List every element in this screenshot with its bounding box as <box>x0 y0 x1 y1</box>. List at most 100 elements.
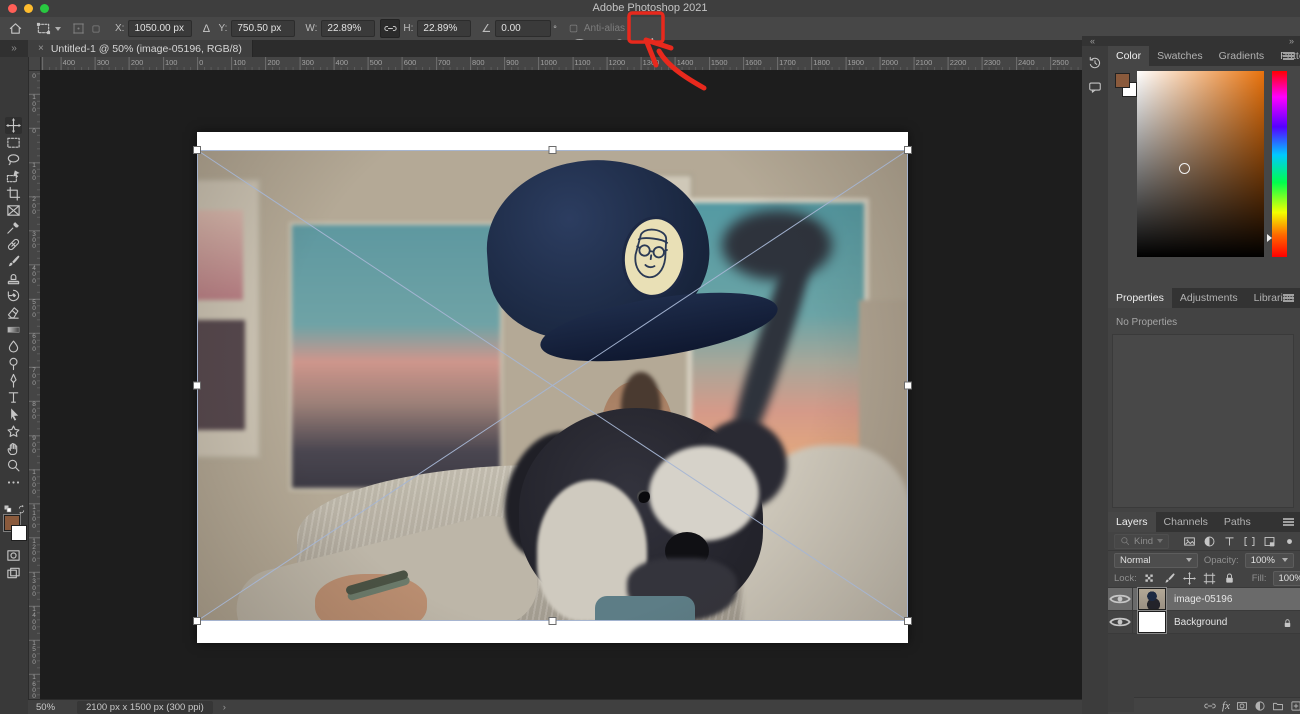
tool-move[interactable] <box>5 117 22 134</box>
tool-eraser[interactable] <box>5 304 22 321</box>
color-picker-cursor[interactable] <box>1179 163 1190 174</box>
ruler-label: 1 4 0 0 <box>30 607 38 633</box>
tool-shape[interactable] <box>5 423 22 440</box>
lock-icon[interactable] <box>1223 572 1236 585</box>
layer-visibility-eye-icon[interactable] <box>1108 588 1133 610</box>
tab-gradients[interactable]: Gradients <box>1211 46 1273 66</box>
hue-slider[interactable] <box>1272 71 1287 257</box>
quick-mask-icon[interactable] <box>5 547 22 564</box>
ruler-label: 1800 <box>813 58 830 67</box>
ruler-label: 3 0 0 <box>30 232 38 251</box>
layer-visibility-eye-icon[interactable] <box>1108 611 1133 633</box>
saturation-brightness-field[interactable] <box>1137 71 1264 257</box>
checker-icon[interactable] <box>1143 572 1156 585</box>
reference-point-icon[interactable] <box>69 20 87 37</box>
artboard-icon[interactable] <box>1203 572 1216 585</box>
default-colors-icon[interactable] <box>4 505 12 513</box>
link-icon[interactable] <box>1204 700 1216 712</box>
swap-colors-icon[interactable] <box>17 505 26 514</box>
tool-crop[interactable] <box>5 185 22 202</box>
relative-position-icon[interactable]: Δ <box>197 20 215 37</box>
transform-tool-icon[interactable] <box>34 20 52 37</box>
tool-frame[interactable] <box>5 202 22 219</box>
home-icon[interactable] <box>6 20 24 37</box>
tool-blur[interactable] <box>5 338 22 355</box>
x-input[interactable]: 1050.00 px <box>128 20 192 37</box>
document[interactable] <box>197 132 908 643</box>
tool-pen[interactable] <box>5 372 22 389</box>
tool-hand[interactable] <box>5 440 22 457</box>
height-input[interactable]: 22.89% <box>417 20 471 37</box>
newlayer-icon[interactable] <box>1290 700 1300 712</box>
angle-input[interactable]: 0.00 <box>495 20 551 37</box>
mask-icon[interactable] <box>1236 700 1248 712</box>
tool-brush[interactable] <box>5 253 22 270</box>
width-input[interactable]: 22.89% <box>321 20 375 37</box>
canvas-area[interactable] <box>40 70 1082 699</box>
layer-filter-dropdown[interactable]: Kind <box>1114 534 1169 549</box>
tab-properties[interactable]: Properties <box>1108 288 1172 308</box>
panel-menu-icon[interactable] <box>1283 521 1294 523</box>
tab-channels[interactable]: Channels <box>1156 512 1216 532</box>
maintain-aspect-ratio-icon[interactable] <box>380 19 400 38</box>
comments-panel-icon[interactable] <box>1086 78 1104 96</box>
tool-lasso[interactable] <box>5 151 22 168</box>
panel-menu-icon[interactable] <box>1283 297 1294 299</box>
tool-dodge[interactable] <box>5 355 22 372</box>
horizontal-ruler[interactable]: 4003002001000100200300400500600700800900… <box>40 57 1082 71</box>
tool-type[interactable] <box>5 389 22 406</box>
tab-paths[interactable]: Paths <box>1216 512 1259 532</box>
tool-eyedropper[interactable] <box>5 219 22 236</box>
tool-marquee[interactable] <box>5 134 22 151</box>
zoom-level[interactable]: 50% <box>36 702 55 713</box>
blend-mode-dropdown[interactable]: Normal <box>1114 553 1198 568</box>
document-tab[interactable]: × Untitled-1 @ 50% (image-05196, RGB/8) <box>28 40 253 57</box>
foreground-color-mini[interactable] <box>1115 73 1130 88</box>
screen-mode-icon[interactable] <box>5 565 22 582</box>
status-chevron-icon[interactable]: › <box>223 702 226 713</box>
hue-slider-arrow[interactable] <box>1267 234 1272 242</box>
anti-alias-checkbox[interactable] <box>565 20 583 37</box>
layer-row[interactable]: Background <box>1108 611 1300 634</box>
dot-icon[interactable] <box>1283 535 1296 548</box>
tool-pathsel[interactable] <box>5 406 22 423</box>
panel-menu-icon[interactable] <box>1283 55 1294 57</box>
ruler-label: 300 <box>301 58 314 67</box>
layer-effects-icon[interactable]: fx <box>1222 700 1230 712</box>
background-color-swatch[interactable] <box>11 525 27 541</box>
folder-icon[interactable] <box>1272 700 1284 712</box>
tab-adjustments[interactable]: Adjustments <box>1172 288 1246 308</box>
tool-zoom[interactable] <box>5 457 22 474</box>
tool-healing[interactable] <box>5 236 22 253</box>
collapse-dock-icon[interactable]: « <box>1090 36 1095 46</box>
smartobj-icon[interactable] <box>1263 535 1276 548</box>
fill-dropdown[interactable]: 100% <box>1273 571 1300 586</box>
free-transform-overlay[interactable] <box>193 128 912 647</box>
tool-ellipsis[interactable] <box>5 474 22 491</box>
brush-icon[interactable] <box>1163 572 1176 585</box>
tool-objsel[interactable] <box>5 168 22 185</box>
adjust-icon[interactable] <box>1203 535 1216 548</box>
tab-color[interactable]: Color <box>1108 46 1149 66</box>
move-icon[interactable] <box>1183 572 1196 585</box>
y-input[interactable]: 750.50 px <box>231 20 295 37</box>
history-panel-icon[interactable] <box>1086 54 1104 72</box>
image-icon[interactable] <box>1183 535 1196 548</box>
expand-dock-icon[interactable]: » <box>1289 36 1294 46</box>
layer-row[interactable]: image-05196 <box>1108 588 1300 611</box>
adjust-icon[interactable] <box>1254 700 1266 712</box>
toolbar-collapse-icon[interactable]: » <box>0 40 28 57</box>
toggle-reference-icon[interactable] <box>87 20 105 37</box>
opacity-dropdown[interactable]: 100% <box>1245 553 1294 568</box>
ruler-label: 0 <box>30 129 38 135</box>
tab-layers[interactable]: Layers <box>1108 512 1156 532</box>
layer-thumbnail[interactable] <box>1138 611 1166 633</box>
close-tab-icon[interactable]: × <box>38 43 44 54</box>
tool-histbrush[interactable] <box>5 287 22 304</box>
frame-icon[interactable] <box>1243 535 1256 548</box>
tool-stamp[interactable] <box>5 270 22 287</box>
layer-thumbnail[interactable] <box>1138 588 1166 610</box>
type-icon[interactable] <box>1223 535 1236 548</box>
tab-swatches[interactable]: Swatches <box>1149 46 1211 66</box>
tool-gradient[interactable] <box>5 321 22 338</box>
